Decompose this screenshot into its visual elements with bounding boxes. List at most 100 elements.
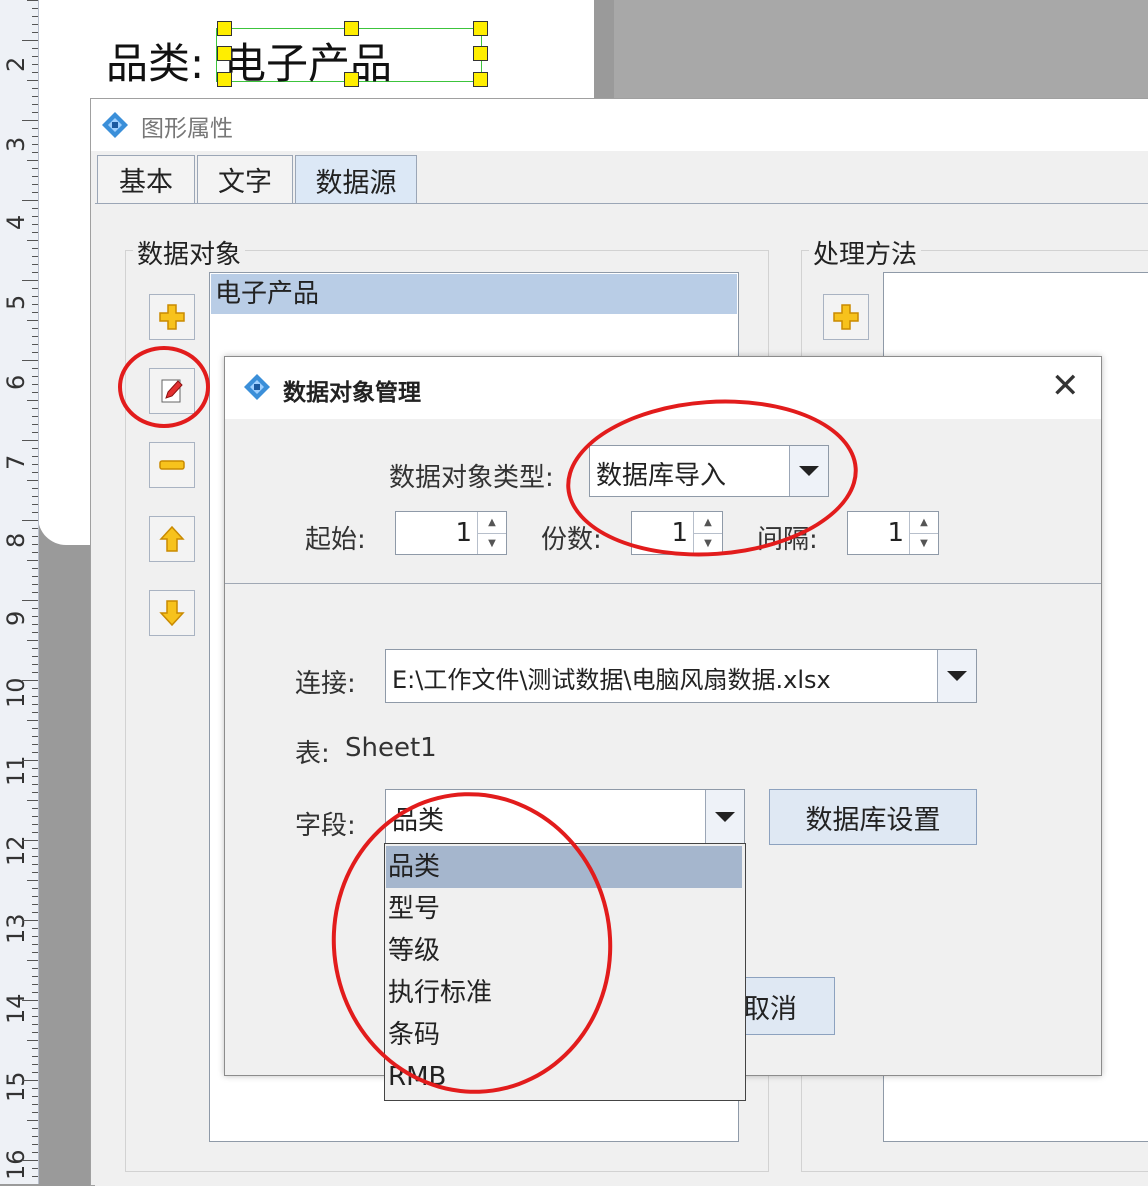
ruler-tick: [32, 536, 38, 537]
annotation-circle: [118, 346, 210, 428]
ruler-tick: [32, 344, 38, 345]
ruler-tick: [27, 560, 38, 561]
stepper-down-icon[interactable]: ▼: [478, 533, 506, 554]
add-process-button[interactable]: [823, 294, 869, 340]
resize-handle[interactable]: [217, 72, 232, 87]
database-settings-button[interactable]: 数据库设置: [769, 789, 977, 845]
label-bound-text[interactable]: 电子产品: [224, 30, 392, 91]
ruler-tick: [32, 984, 38, 985]
ruler-tick: [32, 272, 38, 273]
ruler-tick: [22, 680, 38, 681]
ruler-tick: [32, 104, 38, 105]
table-label: 表:: [295, 739, 330, 769]
workspace-background: [614, 0, 1148, 100]
ruler-tick: [32, 752, 38, 753]
ruler-tick: [32, 152, 38, 153]
tab-datasource[interactable]: 数据源: [295, 155, 417, 205]
ruler-tick: [32, 368, 38, 369]
ruler-tick: [32, 888, 38, 889]
ruler-tick: [32, 216, 38, 217]
ruler-tick: [32, 456, 38, 457]
resize-handle[interactable]: [473, 72, 488, 87]
ruler-tick: [32, 592, 38, 593]
ruler-tick: [32, 944, 38, 945]
interval-value: 1: [887, 518, 904, 548]
start-label: 起始:: [305, 525, 366, 555]
move-up-button[interactable]: [149, 516, 195, 562]
ruler-tick: [22, 280, 38, 281]
resize-handle[interactable]: [473, 21, 488, 36]
ruler-tick: [32, 72, 38, 73]
ruler-tick: [32, 392, 38, 393]
start-stepper[interactable]: 1 ▲ ▼: [395, 511, 507, 555]
dropdown-button[interactable]: [705, 790, 744, 844]
tab-text[interactable]: 文字: [197, 155, 293, 203]
close-icon[interactable]: ✕: [1051, 369, 1080, 403]
ruler-tick: [32, 464, 38, 465]
resize-handle[interactable]: [473, 46, 488, 61]
move-down-button[interactable]: [149, 590, 195, 636]
table-value: Sheet1: [345, 733, 437, 763]
app-icon: [244, 374, 270, 400]
ruler-tick: [22, 1080, 38, 1081]
add-button[interactable]: [149, 294, 195, 340]
ruler-tick: [32, 864, 38, 865]
ruler-tick: [32, 824, 38, 825]
ruler-tick: [32, 312, 38, 313]
app-icon: [102, 112, 128, 138]
ruler-number: 3: [2, 136, 30, 152]
stepper-up-icon[interactable]: ▲: [910, 512, 938, 534]
ruler-tick: [32, 296, 38, 297]
section-divider: [225, 583, 1101, 584]
ruler-tick: [32, 8, 38, 9]
ruler-tick: [22, 120, 38, 121]
ruler-tick: [32, 472, 38, 473]
ruler-number: 13: [2, 913, 30, 944]
ruler-tick: [27, 400, 38, 401]
ruler-tick: [27, 160, 38, 161]
dialog-title: 数据对象管理: [283, 380, 421, 406]
ruler-tick: [32, 992, 38, 993]
remove-button[interactable]: [149, 442, 195, 488]
chevron-down-icon: [715, 812, 735, 822]
ruler-tick: [32, 304, 38, 305]
ruler-tick: [27, 1120, 38, 1121]
ruler-tick: [32, 96, 38, 97]
ruler-tick: [32, 432, 38, 433]
dropdown-button[interactable]: [937, 650, 976, 702]
ruler-tick: [32, 648, 38, 649]
connection-value: E:\工作文件\测试数据\电脑风扇数据.xlsx: [392, 666, 831, 694]
resize-handle[interactable]: [217, 21, 232, 36]
ruler-tick: [32, 552, 38, 553]
connection-select[interactable]: E:\工作文件\测试数据\电脑风扇数据.xlsx: [385, 649, 977, 703]
stepper-down-icon[interactable]: ▼: [910, 533, 938, 554]
resize-handle[interactable]: [217, 46, 232, 61]
list-item[interactable]: 电子产品: [211, 274, 737, 314]
resize-handle[interactable]: [344, 21, 359, 36]
stepper-up-icon[interactable]: ▲: [478, 512, 506, 534]
interval-stepper[interactable]: 1 ▲ ▼: [847, 511, 939, 555]
ruler-tick: [32, 584, 38, 585]
ruler-tick: [32, 136, 38, 137]
ruler-tick: [32, 288, 38, 289]
ruler-tick: [22, 840, 38, 841]
ruler-tick: [32, 376, 38, 377]
ruler-tick: [22, 40, 38, 41]
ruler-tick: [32, 696, 38, 697]
ruler-tick: [27, 640, 38, 641]
ruler-tick: [32, 952, 38, 953]
ruler-tick: [32, 448, 38, 449]
ruler-tick: [32, 776, 38, 777]
ruler-number: 16: [2, 1149, 30, 1180]
ruler-tick: [32, 48, 38, 49]
vertical-ruler: 2 3 4 5 6 7 8 9 10 11 12 13 14 15 16: [0, 0, 39, 1184]
ruler-tick: [32, 1112, 38, 1113]
ruler-tick: [22, 920, 38, 921]
tab-label: 文字: [218, 167, 272, 198]
ruler-tick: [32, 1176, 38, 1177]
resize-handle[interactable]: [344, 72, 359, 87]
ruler-tick: [32, 16, 38, 17]
ruler-tick: [32, 512, 38, 513]
tab-basic[interactable]: 基本: [97, 155, 195, 203]
ruler-tick: [22, 1160, 38, 1161]
